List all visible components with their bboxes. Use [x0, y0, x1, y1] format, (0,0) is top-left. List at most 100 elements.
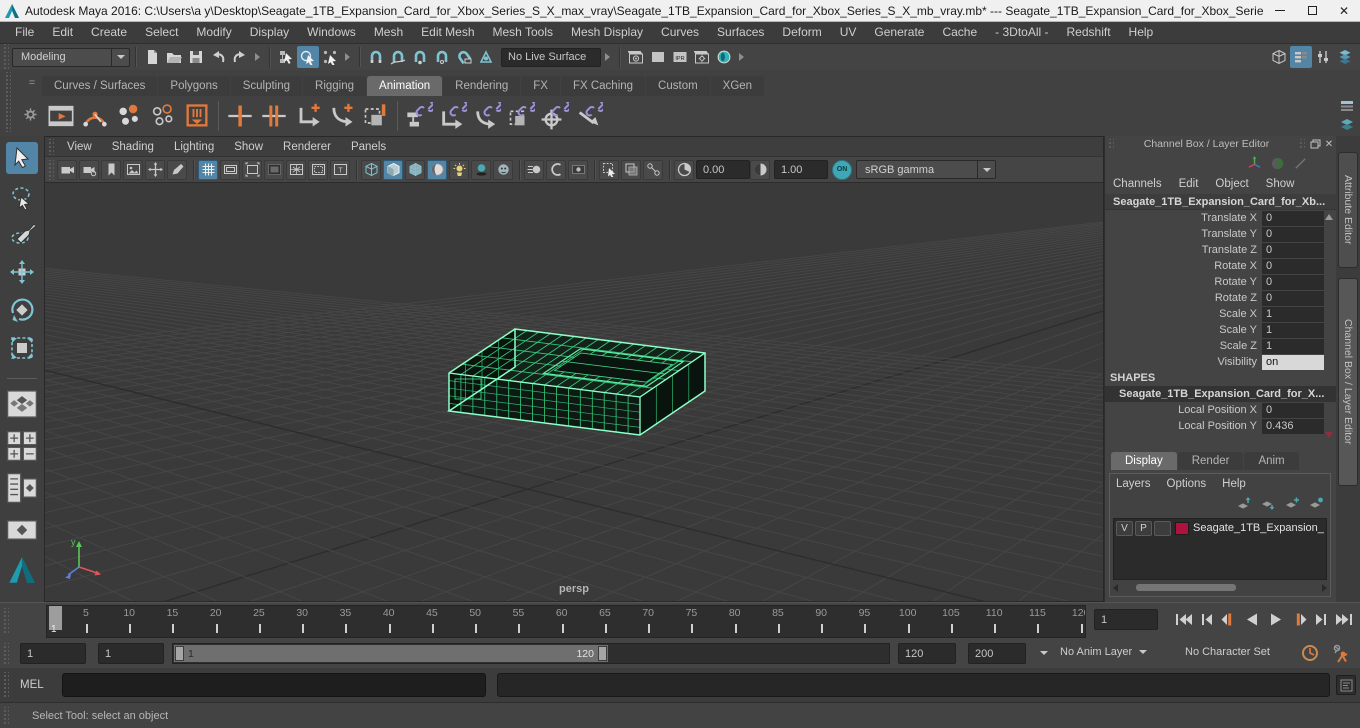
previous-key-button[interactable] [1218, 607, 1241, 632]
shelf-tab-rigging[interactable]: Rigging [303, 76, 367, 96]
script-editor-icon[interactable] [1336, 675, 1356, 695]
channel-box-menu-show[interactable]: Show [1266, 178, 1295, 190]
ghost-icon[interactable] [180, 99, 214, 133]
close-button[interactable]: ✕ [1328, 0, 1360, 21]
mel-output[interactable] [497, 673, 1330, 697]
resolution-gate-icon[interactable] [242, 159, 262, 180]
shelf-tab-curves-surfaces[interactable]: Curves / Surfaces [42, 76, 158, 96]
channel-value-field[interactable]: 0.436 [1262, 418, 1324, 434]
select-component-icon[interactable] [319, 46, 341, 68]
multisample-icon[interactable] [546, 159, 566, 180]
paste-key-icon[interactable] [359, 99, 393, 133]
channel-label[interactable]: Local Position Y [1105, 420, 1262, 432]
lasso-tool-icon[interactable] [6, 180, 38, 212]
float-panel-icon[interactable] [1308, 138, 1322, 150]
channel-label[interactable]: Scale Y [1105, 324, 1262, 336]
manipulator-axis-icon[interactable] [1247, 155, 1262, 171]
collapse-arrow-icon[interactable] [605, 53, 610, 61]
rotate-tool-icon[interactable] [6, 294, 38, 326]
contrast-field[interactable]: 1.00 [774, 160, 828, 179]
grease-pencil-icon[interactable] [167, 159, 187, 180]
animation-start-field[interactable]: 1 [20, 643, 86, 664]
channel-label[interactable]: Visibility [1105, 356, 1262, 368]
channel-value-field[interactable]: 0 [1262, 274, 1324, 290]
maximize-button[interactable] [1296, 0, 1328, 21]
channel-value-field[interactable]: 1 [1262, 338, 1324, 354]
channel-speed-icon[interactable] [1270, 156, 1285, 171]
current-frame-field[interactable]: 1 [1094, 609, 1158, 630]
menu-cache[interactable]: Cache [933, 22, 986, 43]
menu-surfaces[interactable]: Surfaces [708, 22, 773, 43]
image-plane-icon[interactable] [123, 159, 143, 180]
channel-box-menu-channels[interactable]: Channels [1113, 178, 1162, 190]
menu-file[interactable]: File [6, 22, 43, 43]
channel-label[interactable]: Translate Z [1105, 244, 1262, 256]
channel-value-field[interactable]: 0 [1262, 226, 1324, 242]
shelf-tab-animation[interactable]: Animation [367, 76, 443, 96]
field-chart-icon[interactable] [286, 159, 306, 180]
layer-menu-options[interactable]: Options [1167, 478, 1207, 490]
shelf-sidebar-icon-bottom[interactable] [1338, 116, 1356, 132]
scroll-right-icon[interactable] [1322, 583, 1327, 592]
attribute-editor-toggle-icon[interactable] [1334, 46, 1356, 68]
channel-label[interactable]: Scale X [1105, 308, 1262, 320]
channel-label[interactable]: Scale Z [1105, 340, 1262, 352]
scale-tool-icon[interactable] [6, 332, 38, 364]
shelf-grip[interactable] [4, 72, 11, 132]
menu-mesh[interactable]: Mesh [365, 22, 412, 43]
viewport-menu-grip[interactable] [47, 138, 54, 155]
menu-redshift[interactable]: Redshift [1058, 22, 1120, 43]
xray-icon[interactable] [621, 159, 641, 180]
new-scene-icon[interactable] [141, 46, 163, 68]
curve-key-icon[interactable] [325, 99, 359, 133]
viewport-menu-view[interactable]: View [57, 141, 102, 153]
channel-value-field[interactable]: 0 [1262, 210, 1324, 226]
layer-move-down-icon[interactable] [1252, 496, 1276, 513]
shelf-tab-rendering[interactable]: Rendering [443, 76, 521, 96]
collapse-arrow-icon[interactable] [345, 53, 350, 61]
close-icon[interactable]: ✕ [1322, 138, 1336, 150]
step-forward-button[interactable] [1310, 607, 1333, 632]
open-scene-icon[interactable] [163, 46, 185, 68]
layout-split-icon[interactable] [5, 513, 39, 547]
gate-mask-icon[interactable] [264, 159, 284, 180]
collapse-arrow-icon[interactable] [739, 53, 744, 61]
pole-vector-constraint-icon[interactable] [572, 99, 606, 133]
minimize-button[interactable] [1264, 0, 1296, 21]
menu-windows[interactable]: Windows [298, 22, 365, 43]
animation-end-field[interactable]: 200 [968, 643, 1026, 664]
range-slider-grip[interactable] [2, 642, 9, 665]
range-slider-bar[interactable]: 1 120 [174, 645, 608, 662]
live-surface-field[interactable]: No Live Surface [501, 47, 601, 67]
go-to-end-button[interactable] [1333, 607, 1356, 632]
shelf-tab-sculpting[interactable]: Sculpting [230, 76, 303, 96]
shelf-menu-icon[interactable]: = [24, 76, 40, 90]
channel-label[interactable]: Rotate X [1105, 260, 1262, 272]
snap-view-plane-icon[interactable] [453, 46, 475, 68]
point-constraint-icon[interactable] [436, 99, 470, 133]
motion-blur-icon[interactable] [524, 159, 544, 180]
layer-tab-display[interactable]: Display [1111, 452, 1177, 470]
layer-name[interactable]: Seagate_1TB_Expansion_ [1193, 522, 1324, 534]
channel-box-grip[interactable] [1107, 139, 1114, 149]
shelf-tab-custom[interactable]: Custom [646, 76, 710, 96]
select-hierarchy-icon[interactable] [275, 46, 297, 68]
layer-visible-toggle[interactable]: V [1116, 520, 1133, 536]
channel-value-field[interactable]: 0 [1262, 290, 1324, 306]
range-end-handle[interactable] [598, 646, 607, 661]
ipr-render-icon[interactable]: IPR [669, 46, 691, 68]
exposure-icon[interactable] [674, 159, 694, 180]
channel-object-name[interactable]: Seagate_1TB_Expansion_Card_for_Xb... [1105, 194, 1336, 210]
layer-color-swatch[interactable] [1175, 521, 1189, 535]
render-settings-icon[interactable] [691, 46, 713, 68]
tab-channel-box[interactable]: Channel Box / Layer Editor [1338, 278, 1358, 486]
channel-label[interactable]: Translate X [1105, 212, 1262, 224]
menu-mesh-display[interactable]: Mesh Display [562, 22, 652, 43]
wireframe-icon[interactable] [361, 159, 381, 180]
shelf-tab-polygons[interactable]: Polygons [158, 76, 230, 96]
channel-value-field[interactable]: 1 [1262, 322, 1324, 338]
range-start-handle[interactable] [175, 646, 184, 661]
redshift-rt-icon[interactable] [713, 46, 735, 68]
bookmark-icon[interactable] [101, 159, 121, 180]
move-key-icon[interactable] [291, 99, 325, 133]
